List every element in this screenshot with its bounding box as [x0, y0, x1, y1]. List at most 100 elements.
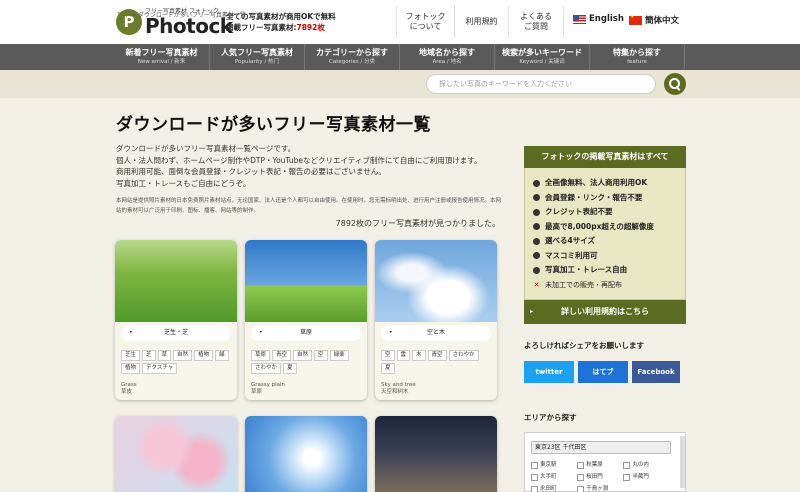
- checkbox-icon[interactable]: [623, 473, 631, 481]
- caption-en: Grassy plain: [251, 382, 286, 388]
- bullet-icon: [533, 252, 540, 260]
- area-dropdown[interactable]: 東京23区 千代田区: [531, 441, 671, 454]
- mainnav-area-label: 地域名から探す: [419, 48, 475, 57]
- area-option[interactable]: 桜田門: [577, 471, 623, 483]
- mainnav-new[interactable]: 新着フリー写真素材 New arrival / 新来: [114, 44, 209, 70]
- photo-title-text: 空と木: [426, 329, 445, 336]
- photo-title-text: 草原: [299, 329, 312, 336]
- photo-card[interactable]: [245, 416, 367, 492]
- intro-line: 商用利用可能、面倒な会員登録・クレジット表記・報告の必要はございません。: [116, 167, 386, 176]
- twitter-share-button[interactable]: twitter: [524, 361, 574, 383]
- area-option[interactable]: 大手町: [531, 471, 577, 483]
- share-label: はてブ: [592, 368, 614, 376]
- photo-card[interactable]: [375, 416, 497, 492]
- tag[interactable]: 草: [157, 350, 172, 361]
- tag[interactable]: 芝: [142, 350, 156, 361]
- lang-english[interactable]: English: [573, 14, 624, 24]
- area-selector: 東京23区 千代田区 東京駅 秋葉原 丸の内 大手町 桜田門 半蔵門 永田町 千…: [524, 432, 686, 492]
- checkbox-icon[interactable]: [577, 461, 585, 469]
- area-option[interactable]: 丸の内: [623, 459, 669, 471]
- tag[interactable]: テクスチャ: [142, 363, 178, 374]
- checkbox-icon[interactable]: [531, 485, 538, 492]
- tag[interactable]: 自然: [173, 350, 193, 361]
- share-heading: よろしければシェアをお願いします: [524, 341, 644, 350]
- photo-card[interactable]: • 草原 草原 青空 自然 空 緑楽 さわやか 夏 Grassy plain 草原: [245, 240, 367, 400]
- tag[interactable]: 緑楽: [329, 350, 349, 361]
- lang-chinese[interactable]: 簡体中文: [629, 14, 679, 26]
- photo-thumbnail[interactable]: [375, 416, 497, 492]
- photo-card[interactable]: • 空と木 空 雲 木 青空 さわやか 夏 Sky and tree 天空和树木: [375, 240, 497, 400]
- checkbox-icon[interactable]: [531, 461, 538, 469]
- share-label: twitter: [535, 368, 563, 376]
- lang-chinese-label: 簡体中文: [645, 16, 680, 26]
- area-option[interactable]: 永田町: [531, 483, 577, 492]
- photo-card[interactable]: • 芝生・芝 芝生 芝 草 自然 植物 緑 植物 テクスチャ Grass 草皮: [115, 240, 237, 400]
- nav-about[interactable]: フォトックについて: [396, 6, 454, 38]
- mainnav-feature[interactable]: 特集から探す feature: [589, 44, 685, 70]
- area-option[interactable]: 東京駅: [531, 459, 577, 471]
- facebook-share-button[interactable]: Facebook: [632, 361, 680, 383]
- feature-text: 選べる4サイズ: [545, 236, 595, 245]
- nav-faq[interactable]: よくあるご質問: [508, 6, 564, 38]
- intro-line: 写真加工・トレースもご自由にどうぞ。: [116, 178, 251, 188]
- checkbox-icon[interactable]: [623, 461, 631, 469]
- photo-title[interactable]: • 草原: [251, 325, 361, 341]
- tag[interactable]: 植物: [121, 363, 141, 374]
- mainnav-popular-label: 人気フリー写真素材: [221, 48, 293, 57]
- tag[interactable]: 芝生: [121, 350, 141, 361]
- search-input[interactable]: 探したい写真のキーワードを入力ください: [426, 74, 656, 94]
- photo-thumbnail[interactable]: [115, 240, 237, 322]
- breadcrumb-top-link[interactable]: TOP: [117, 12, 129, 19]
- photo-thumbnail[interactable]: [245, 416, 367, 492]
- photo-thumbnail[interactable]: [375, 240, 497, 322]
- terms-detail-button[interactable]: 詳しい利用規約はこちら: [524, 300, 686, 324]
- feature-item: 会員登録・リンク・報告不要: [533, 191, 654, 206]
- tag[interactable]: 自然: [293, 350, 313, 361]
- feature-item-prohibited: ✕ 未加工での販売・再配布: [533, 278, 654, 293]
- nav-terms[interactable]: 利用規約: [454, 6, 508, 38]
- tag[interactable]: 夏: [381, 363, 395, 374]
- caption-en: Grass: [121, 382, 137, 388]
- tag[interactable]: さわやか: [448, 350, 479, 361]
- search-icon[interactable]: [664, 73, 686, 95]
- tag[interactable]: 青空: [427, 350, 447, 361]
- tag[interactable]: さわやか: [251, 363, 282, 374]
- tag[interactable]: 夏: [283, 363, 297, 374]
- mainnav-area[interactable]: 地域名から探す Area / 地名: [399, 44, 494, 70]
- share-label: Facebook: [637, 368, 675, 376]
- checkbox-icon[interactable]: [577, 485, 585, 492]
- mainnav-popular-sub: Popularity / 热门: [235, 59, 279, 65]
- photo-title[interactable]: • 芝生・芝: [121, 325, 231, 341]
- mainnav-keyword[interactable]: 検索が多いキーワード Keyword / 关键词: [494, 44, 589, 70]
- photo-title[interactable]: • 空と木: [381, 325, 491, 341]
- checkbox-icon[interactable]: [531, 473, 538, 481]
- tag[interactable]: 空: [381, 350, 395, 361]
- photo-caption: Grassy plain 草原: [251, 382, 285, 396]
- intro-text: ダウンロードが多いフリー写真素材一覧ページです。 個人・法人問わず、ホームページ…: [116, 143, 481, 189]
- photo-thumbnail[interactable]: [115, 416, 237, 492]
- tag[interactable]: 緑: [215, 350, 229, 361]
- tag[interactable]: 青空: [272, 350, 292, 361]
- hatebu-share-button[interactable]: はてブ: [578, 361, 628, 383]
- area-option[interactable]: 秋葉原: [577, 459, 623, 471]
- tag[interactable]: 草原: [251, 350, 271, 361]
- photo-card[interactable]: [115, 416, 237, 492]
- feature-text: 最高で8,000px超えの超解像度: [545, 221, 654, 231]
- tag[interactable]: 植物: [194, 350, 214, 361]
- area-option[interactable]: 千鳥ヶ淵: [577, 483, 623, 492]
- result-count: 7892枚のフリー写真素材が見つかりました。: [335, 219, 500, 228]
- tag[interactable]: 雲: [396, 350, 411, 361]
- mainnav-popular[interactable]: 人気フリー写真素材 Popularity / 热门: [209, 44, 304, 70]
- china-flag-icon: [629, 14, 642, 25]
- photo-thumbnail[interactable]: [245, 240, 367, 322]
- mainnav-categories[interactable]: カテゴリーから探す Categories / 分类: [304, 44, 399, 70]
- checkbox-icon[interactable]: [577, 473, 585, 481]
- tag[interactable]: 木: [412, 350, 426, 361]
- mainnav-new-label: 新着フリー写真素材: [125, 48, 198, 57]
- tag[interactable]: 空: [314, 350, 328, 361]
- area-scrollbar[interactable]: [680, 436, 685, 488]
- intro-line: ダウンロードが多いフリー写真素材一覧ページです。: [116, 144, 296, 153]
- us-flag-icon: [573, 14, 586, 24]
- area-option[interactable]: 半蔵門: [623, 471, 669, 483]
- bullet-icon: [533, 223, 540, 231]
